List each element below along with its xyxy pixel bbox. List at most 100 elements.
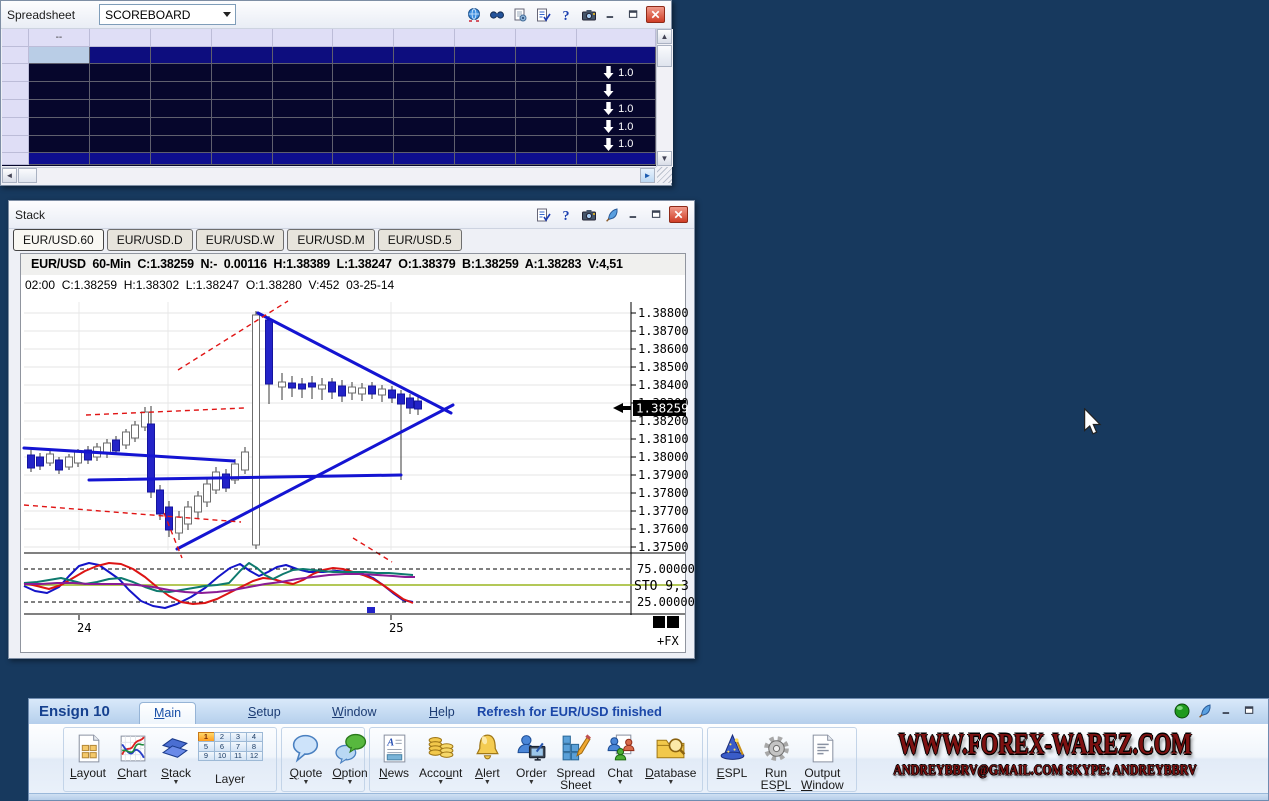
sheet-cell[interactable]: [455, 118, 516, 136]
menu-tab-main[interactable]: Main: [139, 702, 196, 725]
sheet-cell[interactable]: [90, 100, 151, 118]
stack-titlebar[interactable]: Stack ?: [9, 201, 694, 229]
sheet-cell[interactable]: [273, 136, 334, 153]
minimize-button[interactable]: [1218, 703, 1236, 718]
sheet-cell[interactable]: [212, 118, 273, 136]
sheet-cell[interactable]: [333, 29, 394, 47]
dropdown-arrow-icon[interactable]: ▼: [667, 779, 674, 787]
sheet-selector[interactable]: SCOREBOARD: [99, 4, 236, 25]
sheet-cell[interactable]: [333, 153, 394, 165]
sheet-cell[interactable]: [151, 29, 212, 47]
chat-button[interactable]: Chat▼: [598, 729, 642, 788]
dropdown-arrow-icon[interactable]: ▼: [437, 779, 444, 787]
sheet-cell[interactable]: [394, 118, 455, 136]
layer-cell-9[interactable]: 9: [198, 751, 215, 762]
sheet-cell[interactable]: [2, 64, 29, 82]
close-button[interactable]: [669, 206, 688, 223]
restore-button[interactable]: [624, 7, 642, 22]
sheet-cell[interactable]: [273, 64, 334, 82]
sheet-cell[interactable]: [455, 136, 516, 153]
sheet-cell[interactable]: [273, 82, 334, 100]
sheet-cell[interactable]: [151, 82, 212, 100]
option-button[interactable]: Option▼: [328, 729, 372, 788]
sheet-cell[interactable]: --: [29, 29, 90, 47]
spreadsheet-grid[interactable]: --1.01.01.01.0: [2, 29, 656, 166]
edit-list-icon[interactable]: [534, 206, 552, 223]
sheet-cell[interactable]: [516, 118, 577, 136]
dropdown-arrow-icon[interactable]: ▼: [528, 779, 535, 787]
sheet-cell[interactable]: [333, 100, 394, 118]
sheet-cell[interactable]: [2, 118, 29, 136]
sheet-cell[interactable]: [2, 82, 29, 100]
status-sphere-icon[interactable]: [1173, 702, 1191, 719]
sheet-cell[interactable]: [394, 100, 455, 118]
sheet-cell[interactable]: [90, 82, 151, 100]
spreadsheet-titlebar[interactable]: Spreadsheet SCOREBOARD ?: [1, 1, 671, 29]
sheet-cell[interactable]: [516, 153, 577, 165]
sheet-cell[interactable]: [455, 100, 516, 118]
sheet-cell[interactable]: [90, 29, 151, 47]
sheet-cell[interactable]: [90, 153, 151, 165]
sheet-cell[interactable]: [29, 100, 90, 118]
sheet-cell[interactable]: [455, 82, 516, 100]
close-button[interactable]: [646, 6, 665, 23]
sheet-cell[interactable]: [29, 153, 90, 165]
sheet-cell[interactable]: [151, 64, 212, 82]
sheet-cell[interactable]: [577, 153, 656, 165]
chart-tab-eur-usd-w[interactable]: EUR/USD.W: [196, 229, 285, 251]
sheet-cell[interactable]: [333, 82, 394, 100]
sheet-cell[interactable]: [516, 100, 577, 118]
sheet-cell[interactable]: [212, 136, 273, 153]
globe-refresh-icon[interactable]: [465, 6, 483, 23]
sheet-cell[interactable]: [273, 29, 334, 47]
sheet-cell[interactable]: [212, 64, 273, 82]
account-button[interactable]: Account▼: [416, 729, 465, 788]
sheet-cell[interactable]: [90, 64, 151, 82]
sheet-cell[interactable]: [2, 29, 29, 47]
quote-button[interactable]: Quote▼: [284, 729, 328, 788]
order-button[interactable]: Order▼: [509, 729, 553, 788]
sheet-cell[interactable]: [333, 47, 394, 64]
news-button[interactable]: ANews: [372, 729, 416, 780]
sheet-cell[interactable]: [29, 136, 90, 153]
layout-button[interactable]: Layout: [66, 729, 110, 780]
sheet-cell[interactable]: [212, 29, 273, 47]
sheet-cell[interactable]: [455, 47, 516, 64]
app-titlebar[interactable]: Ensign 10 MainSetupWindowHelp Refresh fo…: [29, 699, 1268, 724]
chart-tab-eur-usd-60[interactable]: EUR/USD.60: [13, 229, 104, 251]
dropdown-arrow-icon[interactable]: ▼: [617, 779, 624, 787]
sheet-cell[interactable]: [455, 29, 516, 47]
sheet-cell[interactable]: [151, 118, 212, 136]
sheet-cell[interactable]: [151, 100, 212, 118]
help-icon[interactable]: ?: [557, 6, 575, 23]
price-chart-canvas[interactable]: 1.388001.387001.386001.385001.384001.383…: [21, 298, 685, 652]
sheet-cell[interactable]: [273, 118, 334, 136]
sheet-cell[interactable]: [212, 82, 273, 100]
sheet-cell[interactable]: [273, 153, 334, 165]
layer-cell-12[interactable]: 12: [246, 751, 263, 762]
sheet-cell[interactable]: [151, 47, 212, 64]
sheet-cell[interactable]: [273, 100, 334, 118]
help-icon[interactable]: ?: [557, 206, 575, 223]
layer-cell-10[interactable]: 10: [214, 751, 231, 762]
menu-tab-window[interactable]: Window: [318, 702, 390, 724]
sheet-cell[interactable]: 1.0: [577, 136, 656, 153]
sheet-cell[interactable]: [151, 153, 212, 165]
sheet-cell[interactable]: [455, 153, 516, 165]
sheet-cell[interactable]: [577, 47, 656, 64]
chart-tab-eur-usd-5[interactable]: EUR/USD.5: [378, 229, 462, 251]
layer-cell-11[interactable]: 11: [230, 751, 247, 762]
chart-tab-eur-usd-d[interactable]: EUR/USD.D: [107, 229, 193, 251]
sheet-cell[interactable]: [333, 118, 394, 136]
edit-list-icon[interactable]: [534, 6, 552, 23]
sheet-cell[interactable]: [516, 64, 577, 82]
run-espl-button[interactable]: RunESPL: [754, 729, 798, 792]
sheet-cell[interactable]: [2, 47, 29, 64]
sheet-cell[interactable]: [333, 136, 394, 153]
scroll-thumb[interactable]: [18, 168, 37, 183]
vertical-scrollbar[interactable]: ▲▼: [656, 29, 673, 167]
restore-button[interactable]: [647, 207, 665, 222]
sheet-cell[interactable]: [577, 29, 656, 47]
sheet-cell[interactable]: [577, 82, 656, 100]
sheet-cell[interactable]: [516, 82, 577, 100]
